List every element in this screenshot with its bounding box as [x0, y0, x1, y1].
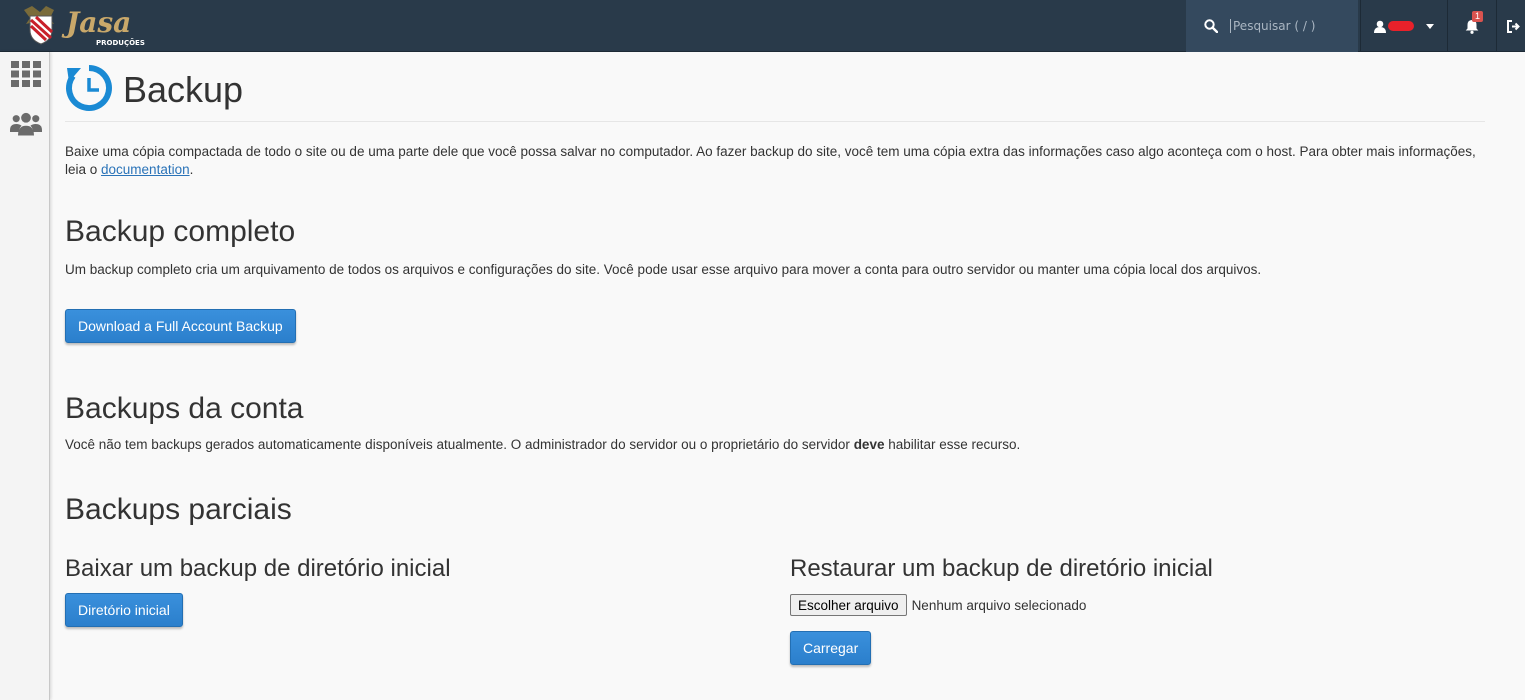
full-backup-heading: Backup completo	[65, 215, 296, 248]
sidebar-item-users[interactable]	[10, 108, 42, 140]
svg-text:Jasa: Jasa	[61, 6, 131, 39]
choose-file-button[interactable]: Escolher arquivo	[790, 594, 907, 616]
search-box[interactable]	[1186, 0, 1358, 52]
file-status: Nenhum arquivo selecionado	[911, 597, 1087, 613]
download-home-backup-heading: Baixar um backup de diretório inicial	[65, 555, 451, 582]
restore-home-backup-heading: Restaurar um backup de diretório inicial	[790, 555, 1213, 582]
user-menu[interactable]	[1360, 0, 1446, 52]
account-backups-text: Você não tem backups gerados automaticam…	[65, 437, 1020, 452]
account-backups-text-bold: deve	[853, 437, 885, 452]
download-full-backup-button[interactable]: Download a Full Account Backup	[65, 309, 296, 343]
upload-button[interactable]: Carregar	[790, 631, 872, 665]
intro-body: Baixe uma cópia compactada de todo o sit…	[65, 144, 1476, 177]
users-icon	[10, 112, 42, 136]
brand-logo[interactable]: Jasa PRODUÇÕES	[18, 2, 158, 50]
user-icon	[1373, 20, 1386, 33]
top-navbar: Jasa PRODUÇÕES 1	[0, 0, 1525, 52]
page-title: Backup	[123, 69, 244, 110]
notifications-button[interactable]: 1	[1447, 0, 1495, 52]
intro-end: .	[189, 162, 194, 177]
intro-text: Baixe uma cópia compactada de todo o sit…	[65, 143, 1485, 179]
account-backups-heading: Backups da conta	[65, 392, 304, 425]
sidebar-item-home[interactable]	[10, 58, 42, 90]
logout-icon	[1507, 19, 1520, 33]
svg-text:PRODUÇÕES: PRODUÇÕES	[96, 38, 145, 47]
sidebar	[0, 52, 50, 700]
search-icon	[1204, 19, 1218, 33]
logout-button[interactable]	[1496, 0, 1525, 52]
home-directory-button[interactable]: Diretório inicial	[65, 593, 183, 627]
page-header: Backup	[65, 62, 1485, 122]
file-input: Escolher arquivo Nenhum arquivo selecion…	[790, 594, 1086, 616]
chevron-down-icon	[1425, 23, 1434, 29]
search-input[interactable]	[1230, 19, 1350, 33]
account-backups-text-before: Você não tem backups gerados automaticam…	[65, 437, 854, 452]
notification-badge: 1	[1472, 11, 1484, 22]
backup-clock-icon	[66, 65, 112, 111]
full-backup-description: Um backup completo cria um arquivamento …	[65, 262, 1262, 277]
account-backups-text-after: habilitar esse recurso.	[884, 437, 1021, 452]
username-redacted	[1387, 21, 1414, 31]
partial-backups-heading: Backups parciais	[65, 493, 292, 526]
documentation-link[interactable]: documentation	[101, 162, 190, 177]
grid-icon	[11, 61, 41, 87]
